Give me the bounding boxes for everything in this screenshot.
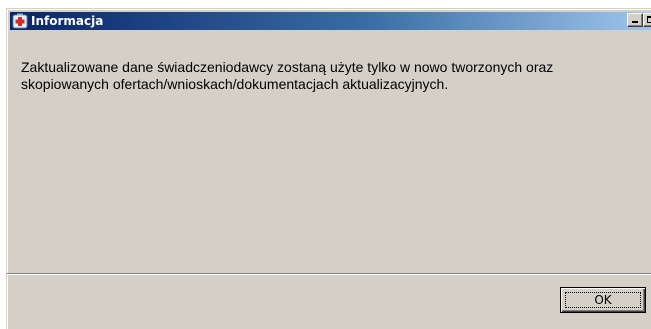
minimize-icon [632,21,638,23]
separator [7,273,651,275]
window-controls: ✕ [627,13,651,27]
minimize-button[interactable] [627,13,643,27]
window-title: Informacja [31,14,104,28]
title-bar[interactable]: Informacja ✕ [10,12,651,30]
maximize-button[interactable] [643,13,651,27]
ok-button[interactable]: OK [560,287,646,313]
medical-cross-icon [12,13,28,29]
message-line-2: skopiowanych ofertach/wnioskach/dokument… [21,76,449,92]
maximize-icon [647,16,651,23]
message-line-1: Zaktualizowane dane świadczeniodawcy zos… [21,59,554,75]
message-text: Zaktualizowane dane świadczeniodawcy zos… [21,59,651,93]
info-dialog: Informacja ✕ Zaktualizowane dane świadcz… [6,8,651,329]
ok-button-label: OK [594,293,612,307]
